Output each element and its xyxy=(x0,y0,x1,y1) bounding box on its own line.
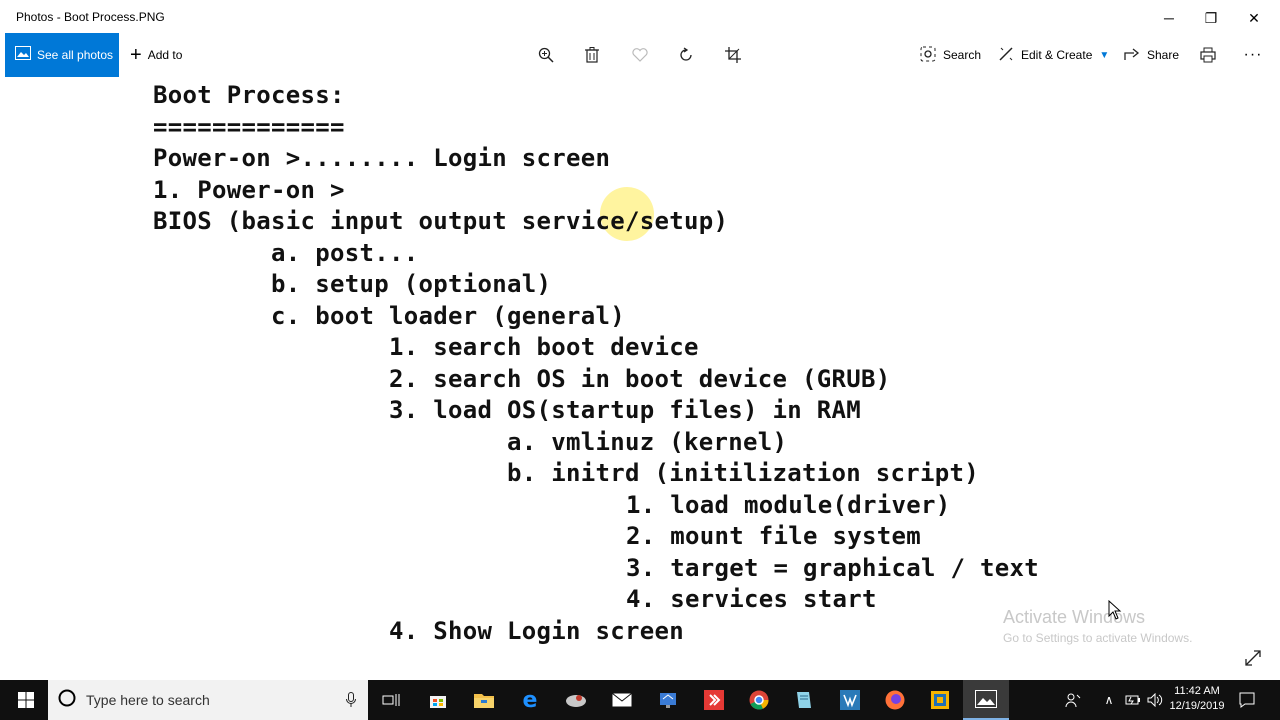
store-icon[interactable] xyxy=(415,680,461,720)
activate-windows-watermark: Activate Windows Go to Settings to activ… xyxy=(1003,607,1192,645)
start-button[interactable] xyxy=(3,680,49,720)
chevron-down-icon: ▼ xyxy=(1099,49,1110,61)
photos-toolbar: See all photos + Add to Search Edit & Cr… xyxy=(0,33,1280,77)
window-title: Photos - Boot Process.PNG xyxy=(16,10,165,24)
doc-line: 1. Power-on > xyxy=(153,176,345,204)
add-to-label: Add to xyxy=(147,48,183,62)
doc-line: 4. Show Login screen xyxy=(389,617,684,645)
doc-line: Power-on >........ Login screen xyxy=(153,144,611,172)
doc-line: b. initrd (initilization script) xyxy=(507,459,979,487)
fullscreen-icon[interactable] xyxy=(1244,649,1262,672)
mail-icon[interactable] xyxy=(599,680,645,720)
doc-line: c. boot loader (general) xyxy=(271,302,625,330)
search-placeholder: Type here to search xyxy=(86,692,210,708)
doc-line: 1. load module(driver) xyxy=(626,491,951,519)
crop-icon[interactable] xyxy=(713,33,753,77)
clock[interactable]: 11:42 AM 12/19/2019 xyxy=(1166,684,1228,714)
anydesk-icon[interactable] xyxy=(691,680,737,720)
edge-icon[interactable]: e xyxy=(507,680,553,720)
close-button[interactable]: ✕ xyxy=(1231,0,1277,36)
add-to-button[interactable]: + Add to xyxy=(130,33,182,77)
taskbar: Type here to search e ∧ 11:42 AM 12/19/2… xyxy=(0,680,1280,720)
title-bar: Photos - Boot Process.PNG ─ ❐ ✕ xyxy=(0,0,1280,36)
vmware-icon[interactable] xyxy=(917,680,963,720)
favorite-icon[interactable] xyxy=(620,33,660,77)
doc-line: ============= xyxy=(153,113,345,141)
taskbar-search-box[interactable]: Type here to search xyxy=(48,680,368,720)
plus-icon: + xyxy=(130,44,142,66)
restore-button[interactable]: ❐ xyxy=(1188,0,1234,36)
microphone-icon[interactable] xyxy=(346,692,356,713)
edit-create-label: Edit & Create xyxy=(1021,48,1093,62)
print-icon[interactable] xyxy=(1188,33,1228,77)
doc-line: 1. search boot device xyxy=(389,333,699,361)
search-label: Search xyxy=(943,48,982,62)
mouse-pointer-icon xyxy=(1108,599,1122,625)
doc-line: 3. load OS(startup files) in RAM xyxy=(389,396,861,424)
share-button[interactable]: Share xyxy=(1124,33,1179,77)
search-button[interactable]: Search xyxy=(920,33,981,77)
network-app-icon[interactable] xyxy=(645,680,691,720)
search-photos-icon xyxy=(920,46,936,65)
clock-time: 11:42 AM xyxy=(1174,685,1220,697)
windows-icon xyxy=(18,692,34,708)
app-icon[interactable] xyxy=(553,680,599,720)
minimize-button[interactable]: ─ xyxy=(1146,0,1192,36)
see-all-photos-label: See all photos xyxy=(37,48,114,62)
doc-line: 3. target = graphical / text xyxy=(626,554,1039,582)
doc-line: b. setup (optional) xyxy=(271,270,552,298)
share-icon xyxy=(1124,47,1140,64)
doc-line: BIOS (basic input output service/setup) xyxy=(153,207,729,235)
doc-line: Boot Process: xyxy=(153,81,345,109)
photos-icon xyxy=(15,45,31,65)
app2-icon[interactable] xyxy=(827,680,873,720)
doc-line: 2. mount file system xyxy=(626,522,921,550)
notification-icon[interactable] xyxy=(1230,680,1264,720)
volume-icon[interactable] xyxy=(1142,680,1168,720)
photos-app-icon[interactable] xyxy=(963,680,1009,720)
photo-viewer: Boot Process: ============= Power-on >..… xyxy=(0,77,1280,680)
firefox-icon[interactable] xyxy=(872,680,918,720)
rotate-icon[interactable] xyxy=(666,33,706,77)
clock-date: 12/19/2019 xyxy=(1169,700,1225,712)
watermark-title: Activate Windows xyxy=(1003,607,1146,627)
task-view-icon[interactable] xyxy=(368,680,414,720)
zoom-icon[interactable] xyxy=(526,33,566,77)
doc-line: a. post... xyxy=(271,239,419,267)
notepad-icon[interactable] xyxy=(781,680,827,720)
chrome-icon[interactable] xyxy=(736,680,782,720)
delete-icon[interactable] xyxy=(572,33,612,77)
doc-line: a. vmlinuz (kernel) xyxy=(507,428,788,456)
edit-icon xyxy=(998,46,1014,65)
file-explorer-icon[interactable] xyxy=(461,680,507,720)
doc-line: 4. services start xyxy=(626,585,877,613)
people-icon[interactable] xyxy=(1055,680,1091,720)
more-icon[interactable]: ··· xyxy=(1233,33,1273,77)
edit-create-button[interactable]: Edit & Create ▼ xyxy=(998,33,1109,77)
doc-line: 2. search OS in boot device (GRUB) xyxy=(389,365,891,393)
see-all-photos-button[interactable]: See all photos xyxy=(5,33,119,77)
share-label: Share xyxy=(1147,48,1180,62)
cortana-icon xyxy=(58,689,76,712)
watermark-subtitle: Go to Settings to activate Windows. xyxy=(1003,631,1193,645)
